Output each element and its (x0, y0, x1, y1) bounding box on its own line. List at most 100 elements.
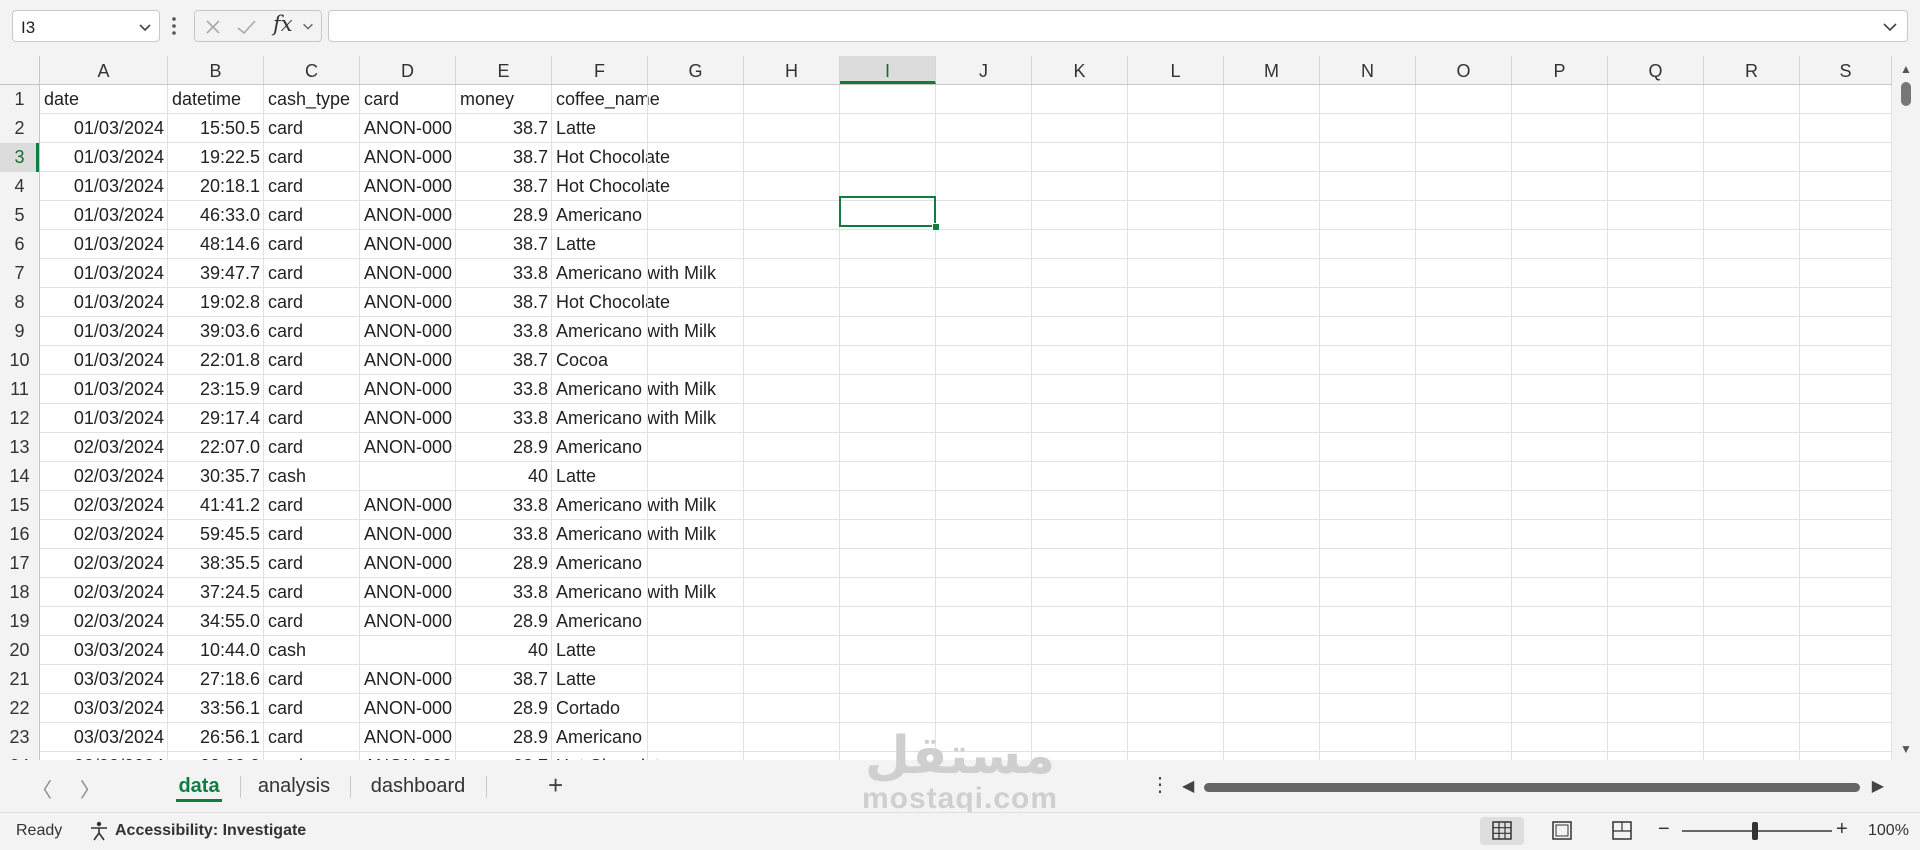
column-header-l[interactable]: L (1128, 56, 1224, 84)
accessibility-status[interactable]: Accessibility: Investigate (115, 822, 306, 840)
cell-coffee-name[interactable]: Americano with Milk (552, 491, 744, 519)
row-header[interactable]: 18 (0, 578, 40, 607)
cell-date[interactable]: 03/03/2024 (40, 694, 168, 722)
row-header[interactable]: 9 (0, 317, 40, 346)
cell-cash-type[interactable]: card (264, 723, 360, 751)
more-options-icon[interactable] (170, 16, 178, 41)
row-header[interactable]: 14 (0, 462, 40, 491)
row-header[interactable]: 11 (0, 375, 40, 404)
cell-coffee-name[interactable]: Americano with Milk (552, 317, 744, 345)
cell-date[interactable]: 01/03/2024 (40, 230, 168, 258)
cell-cash-type[interactable]: card (264, 114, 360, 142)
row-header[interactable]: 17 (0, 549, 40, 578)
worksheet-grid[interactable]: ABCDEFGHIJKLMNOPQRS 1 date datetime cash_ty… (0, 56, 1920, 760)
cell-date[interactable]: 02/03/2024 (40, 491, 168, 519)
cell-card[interactable]: ANON-000 (360, 607, 456, 635)
column-header-q[interactable]: Q (1608, 56, 1704, 84)
cell-date[interactable]: 02/03/2024 (40, 433, 168, 461)
chevron-down-icon[interactable] (137, 19, 153, 40)
cell-cash-type[interactable]: card (264, 549, 360, 577)
cell-card[interactable]: ANON-000 (360, 375, 456, 403)
cell-datetime[interactable]: 48:14.6 (168, 230, 264, 258)
cell-card[interactable]: ANON-000 (360, 346, 456, 374)
cell-coffee-name[interactable]: Americano with Milk (552, 578, 744, 606)
cell-coffee-name[interactable]: Latte (552, 636, 744, 664)
cell-datetime[interactable]: 19:02.8 (168, 288, 264, 316)
cell-cash-type[interactable]: cash (264, 636, 360, 664)
cell-money[interactable]: 28.9 (456, 433, 552, 461)
cell-cash-type[interactable]: card (264, 433, 360, 461)
cell-datetime[interactable]: 30:35.7 (168, 462, 264, 490)
cell-card[interactable]: ANON-000 (360, 201, 456, 229)
cell-coffee-name[interactable]: coffee_name (552, 85, 744, 113)
row-header[interactable]: 7 (0, 259, 40, 288)
cell-money[interactable]: 33.8 (456, 578, 552, 606)
cell-cash-type[interactable]: card (264, 578, 360, 606)
cell-card[interactable]: ANON-000 (360, 433, 456, 461)
cell-card[interactable]: ANON-000 (360, 259, 456, 287)
cell-coffee-name[interactable]: Americano with Milk (552, 520, 744, 548)
select-all-corner[interactable] (0, 56, 40, 84)
column-header-p[interactable]: P (1512, 56, 1608, 84)
scroll-up-arrow-icon[interactable]: ▲ (1900, 62, 1912, 76)
cell-date[interactable]: 01/03/2024 (40, 317, 168, 345)
page-break-view-button[interactable] (1600, 817, 1644, 845)
cell-cash-type[interactable]: card (264, 491, 360, 519)
zoom-slider-thumb[interactable] (1752, 822, 1758, 840)
cell-card[interactable]: ANON-000 (360, 114, 456, 142)
cell-money[interactable]: 28.9 (456, 723, 552, 751)
cell-date[interactable]: 03/03/2024 (40, 723, 168, 751)
row-header[interactable]: 2 (0, 114, 40, 143)
cell-cash-type[interactable]: card (264, 317, 360, 345)
column-header-b[interactable]: B (168, 56, 264, 84)
row-header[interactable]: 15 (0, 491, 40, 520)
accessibility-icon[interactable] (88, 820, 110, 847)
cell-card[interactable]: ANON-000 (360, 752, 456, 760)
cell-date[interactable]: 02/03/2024 (40, 462, 168, 490)
cell-datetime[interactable]: 27:18.6 (168, 665, 264, 693)
more-options-icon[interactable]: ⋮ (1150, 772, 1170, 797)
tab-dashboard[interactable]: dashboard (362, 768, 474, 804)
cell-coffee-name[interactable]: Cortado (552, 694, 744, 722)
cell-money[interactable]: 28.9 (456, 607, 552, 635)
cell-card[interactable]: ANON-000 (360, 665, 456, 693)
cell-date[interactable]: 01/03/2024 (40, 346, 168, 374)
cell-cash-type[interactable]: card (264, 172, 360, 200)
column-header-g[interactable]: G (648, 56, 744, 84)
row-header[interactable]: 22 (0, 694, 40, 723)
cell-date[interactable]: 01/03/2024 (40, 259, 168, 287)
chevron-left-icon[interactable]: 〈 (32, 774, 52, 803)
cell-datetime[interactable]: 59:45.5 (168, 520, 264, 548)
cell-datetime[interactable]: 46:33.0 (168, 201, 264, 229)
fill-handle[interactable] (932, 223, 940, 231)
row-header[interactable]: 6 (0, 230, 40, 259)
zoom-level[interactable]: 100% (1868, 822, 1909, 840)
row-header[interactable]: 21 (0, 665, 40, 694)
cell-cash-type[interactable]: card (264, 201, 360, 229)
cell-money[interactable]: 28.9 (456, 549, 552, 577)
cell-card[interactable]: ANON-000 (360, 723, 456, 751)
cell-coffee-name[interactable]: Americano (552, 201, 744, 229)
cell-cash-type[interactable]: card (264, 230, 360, 258)
cell-cash-type[interactable]: cash_type (264, 85, 360, 113)
cell-coffee-name[interactable]: Americano with Milk (552, 404, 744, 432)
cell-cash-type[interactable]: card (264, 752, 360, 760)
column-header-n[interactable]: N (1320, 56, 1416, 84)
cell-money[interactable]: 38.7 (456, 114, 552, 142)
zoom-in-icon[interactable]: + (1836, 818, 1848, 841)
row-header[interactable]: 23 (0, 723, 40, 752)
row-header[interactable]: 10 (0, 346, 40, 375)
cell-money[interactable]: 38.7 (456, 288, 552, 316)
cell-date[interactable]: 02/03/2024 (40, 520, 168, 548)
cell-money[interactable]: 40 (456, 462, 552, 490)
column-header-e[interactable]: E (456, 56, 552, 84)
cell-coffee-name[interactable]: Hot Chocolate (552, 288, 744, 316)
cell-datetime[interactable]: 20:18.1 (168, 172, 264, 200)
cell-date[interactable]: 01/03/2024 (40, 143, 168, 171)
active-cell[interactable] (839, 196, 936, 227)
zoom-out-icon[interactable]: − (1658, 818, 1670, 841)
horizontal-scrollbar[interactable]: ◀ ▶ (1180, 778, 1886, 795)
scroll-down-arrow-icon[interactable]: ▼ (1900, 742, 1912, 756)
cell-money[interactable]: 28.9 (456, 201, 552, 229)
column-header-a[interactable]: A (40, 56, 168, 84)
